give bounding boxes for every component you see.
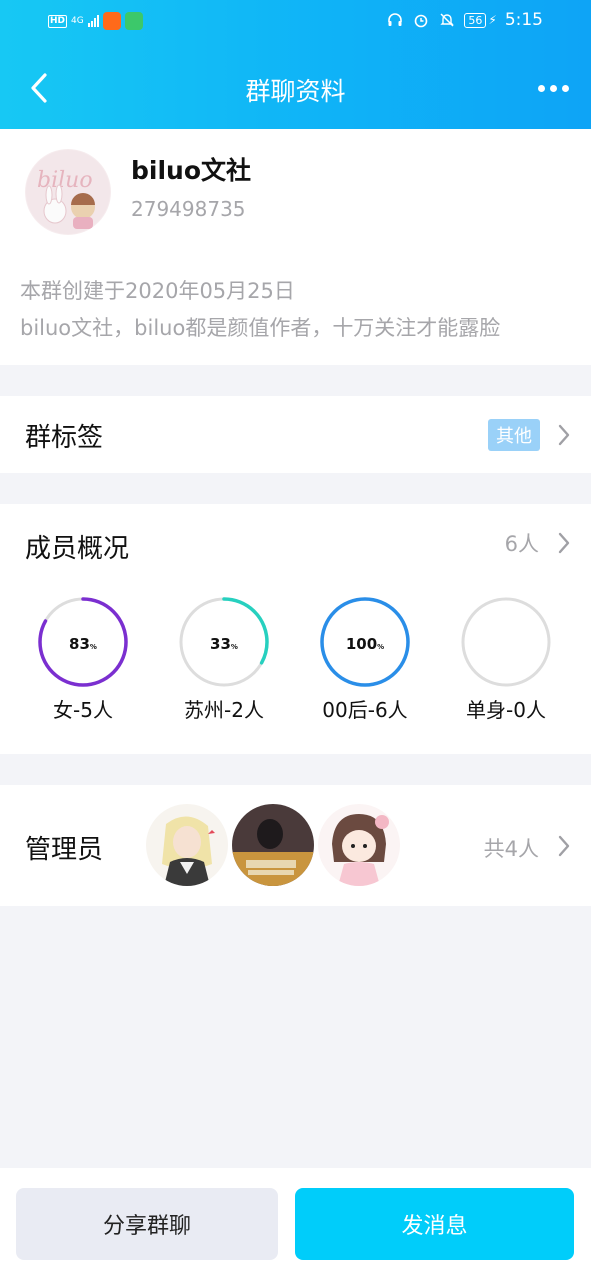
stat-value: 33: [210, 635, 231, 653]
svg-text:100%: 100%: [346, 635, 384, 653]
stat-age[interactable]: 100% 00后-6人: [305, 596, 425, 723]
stat-label: 单身-0人: [466, 698, 546, 722]
stat-value: 100: [346, 635, 377, 653]
stat-single[interactable]: 单身-0人: [446, 596, 566, 723]
progress-ring: [461, 597, 551, 687]
send-message-button[interactable]: 发消息: [295, 1188, 574, 1260]
group-created-date: 本群创建于2020年05月25日: [20, 279, 295, 303]
progress-ring: 33%: [179, 597, 269, 687]
chevron-right-icon[interactable]: [557, 532, 571, 554]
stat-unit: %: [231, 643, 238, 651]
more-dot: [561, 84, 569, 92]
progress-ring: 83%: [38, 597, 128, 687]
app-notification-icon: [102, 12, 121, 30]
members-count[interactable]: 6人: [505, 528, 539, 558]
svg-text:33%: 33%: [210, 635, 238, 653]
group-name: biluo文社: [131, 156, 252, 185]
status-right: 56 ⚡ 5:15: [386, 10, 543, 30]
more-button[interactable]: [529, 70, 577, 106]
stat-city[interactable]: 33% 苏州-2人: [164, 596, 284, 723]
chevron-right-icon: [558, 835, 570, 857]
page-title: 群聊资料: [245, 77, 346, 106]
group-tags-row[interactable]: 群标签 其他: [0, 396, 591, 473]
battery-level: 56: [464, 12, 487, 28]
hd-badge: HD: [48, 14, 68, 28]
group-id: 279498735: [131, 197, 246, 221]
network-badge: 4G: [71, 16, 84, 26]
nav-bar: 群聊资料: [0, 58, 591, 120]
battery-icon: 56 ⚡: [464, 12, 497, 28]
stat-female[interactable]: 83% 女-5人: [23, 596, 143, 723]
members-overview-label: 成员概况: [25, 534, 130, 564]
chevron-right-icon: [558, 424, 570, 446]
stat-value: 83: [69, 635, 90, 653]
admin-avatar-3[interactable]: [318, 804, 400, 886]
admins-label: 管理员: [25, 835, 104, 865]
admin-avatar-2[interactable]: [232, 804, 314, 886]
video-app-notification-icon: [124, 12, 143, 30]
stat-unit: %: [377, 643, 384, 651]
group-description: biluo文社，biluo都是颜值作者，十万关注才能露脸: [20, 316, 501, 340]
alarm-icon: [412, 11, 430, 29]
svg-text:83%: 83%: [69, 635, 97, 653]
mute-bell-icon: [438, 11, 456, 29]
group-avatar-text: biluo: [37, 168, 93, 193]
group-profile-card: biluo biluo文社 279498735 本群创建于2020年05月25日…: [0, 129, 591, 365]
admin-avatar-1[interactable]: [146, 804, 228, 886]
status-bar: HD 4G 56 ⚡ 5:15: [0, 0, 591, 46]
stat-label: 00后-6人: [322, 698, 408, 722]
stat-label: 苏州-2人: [184, 698, 264, 722]
status-time: 5:15: [504, 10, 543, 30]
group-avatar[interactable]: biluo: [25, 149, 111, 235]
members-overview-card: 成员概况 6人 83% 女-5人 33% 苏州-2人 100% 00后-6人 单…: [0, 504, 591, 754]
stat-unit: %: [90, 643, 97, 651]
tag-badge: 其他: [488, 419, 540, 451]
header: HD 4G 56 ⚡ 5:15 群聊资料: [0, 0, 591, 129]
share-group-button[interactable]: 分享群聊: [16, 1188, 278, 1260]
headphones-icon: [386, 11, 404, 29]
signal-icon: [87, 15, 99, 27]
more-dot: [549, 84, 557, 92]
group-tags-label: 群标签: [25, 423, 104, 453]
more-dot: [537, 84, 545, 92]
admins-row[interactable]: 管理员 共4人: [0, 785, 591, 906]
admins-total: 共4人: [483, 837, 539, 861]
status-left: HD 4G: [48, 12, 143, 30]
progress-ring: 100%: [320, 597, 410, 687]
bottom-action-bar: 分享群聊 发消息: [0, 1168, 591, 1280]
stat-label: 女-5人: [53, 698, 113, 722]
